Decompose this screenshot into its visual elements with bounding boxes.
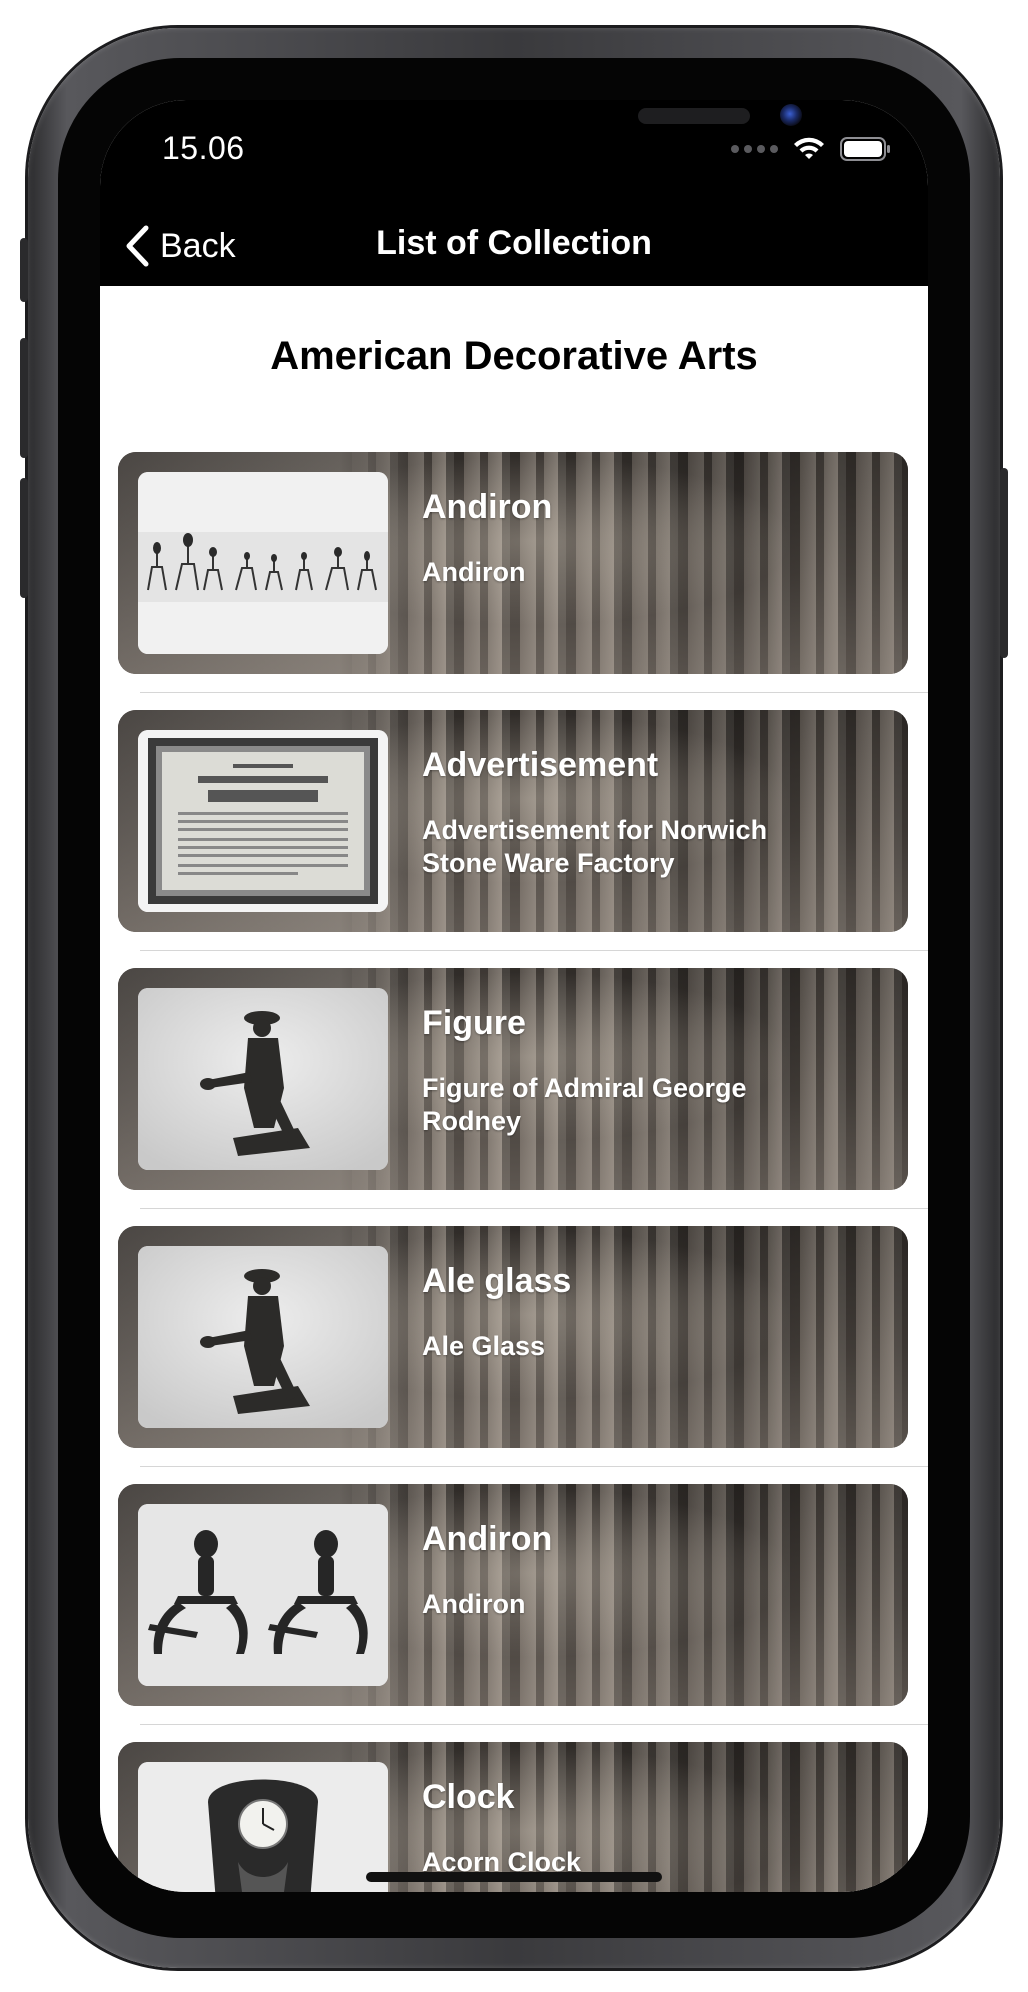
list-item: Figure Figure of Admiral George Rodney <box>100 968 928 1226</box>
card-title: Andiron <box>422 1520 553 1558</box>
figure-statue-photo <box>138 1246 388 1428</box>
collection-card[interactable]: Ale glass Ale Glass <box>118 1226 908 1448</box>
row-separator <box>140 1724 928 1725</box>
andiron-pair-photo <box>138 1504 388 1686</box>
row-separator <box>140 950 928 951</box>
card-title: Figure <box>422 1004 526 1042</box>
card-subtitle: Ale Glass <box>422 1331 546 1361</box>
card-title: Ale glass <box>422 1262 572 1300</box>
collection-card[interactable]: Andiron Andiron <box>118 1484 908 1706</box>
list-item: Ale glass Ale Glass <box>100 1226 928 1484</box>
collection-list-view[interactable]: American Decorative Arts Andiron Andiron… <box>100 286 928 1892</box>
volume-down-button <box>20 478 28 598</box>
row-separator <box>140 692 928 693</box>
navigation-bar: Back List of Collection <box>100 210 928 286</box>
collection-card[interactable]: Clock Acorn Clock <box>118 1742 908 1892</box>
status-icons <box>731 136 892 162</box>
screen: 15.06 Back List of Collection American D… <box>100 100 928 1892</box>
collection-title: American Decorative Arts <box>270 334 758 378</box>
list-item: Clock Acorn Clock <box>100 1742 928 1892</box>
card-subtitle: Andiron <box>422 557 526 587</box>
collection-card[interactable]: Figure Figure of Admiral George Rodney <box>118 968 908 1190</box>
card-subtitle: Advertisement for Norwich Stone Ware Fac… <box>422 815 768 878</box>
wifi-icon <box>794 137 824 159</box>
list-item: Andiron Andiron <box>100 452 928 710</box>
battery-icon <box>840 137 890 161</box>
row-separator <box>140 1208 928 1209</box>
power-button <box>1000 468 1008 658</box>
framed-advertisement-photo <box>138 730 388 912</box>
collection-list: Andiron Andiron Advertisement Advertisem… <box>100 452 928 1892</box>
collection-card[interactable]: Advertisement Advertisement for Norwich … <box>118 710 908 932</box>
home-indicator[interactable] <box>366 1872 662 1882</box>
top-bar: 15.06 Back List of Collection <box>100 100 928 286</box>
status-time: 15.06 <box>162 130 245 166</box>
clock-photo <box>138 1762 388 1892</box>
figure-statue-photo <box>138 988 388 1170</box>
card-title: Advertisement <box>422 746 659 784</box>
list-item: Advertisement Advertisement for Norwich … <box>100 710 928 968</box>
andirons-row-photo <box>138 472 388 654</box>
nav-title: List of Collection <box>376 224 652 262</box>
silent-switch <box>20 238 28 302</box>
cellular-dots-icon <box>731 145 778 153</box>
collection-card[interactable]: Andiron Andiron <box>118 452 908 674</box>
volume-up-button <box>20 338 28 458</box>
card-title: Clock <box>422 1778 515 1816</box>
front-camera <box>780 104 802 126</box>
row-separator <box>140 1466 928 1467</box>
list-item: Andiron Andiron <box>100 1484 928 1742</box>
card-subtitle: Andiron <box>422 1589 526 1619</box>
speaker-grille <box>638 108 750 124</box>
card-subtitle: Figure of Admiral George Rodney <box>422 1073 747 1136</box>
notch <box>280 100 802 166</box>
card-title: Andiron <box>422 488 553 526</box>
